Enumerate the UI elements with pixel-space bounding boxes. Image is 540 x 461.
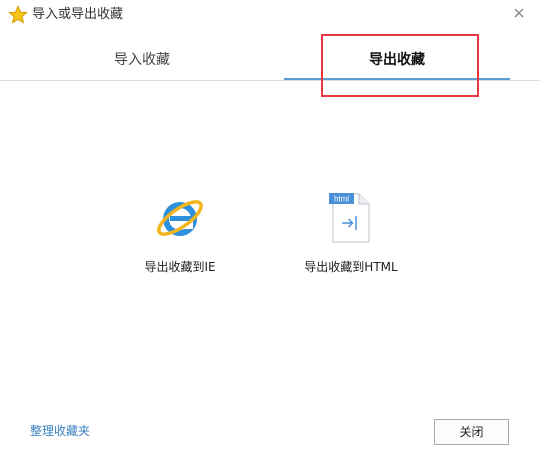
close-button[interactable]: 关闭 <box>434 419 509 445</box>
export-to-html-button[interactable]: html 导出收藏到HTML <box>296 190 406 280</box>
html-badge: html <box>334 195 349 204</box>
export-to-ie-button[interactable]: 导出收藏到IE <box>130 190 230 280</box>
tab-active-indicator <box>284 78 510 80</box>
tab-import[interactable]: 导入收藏 <box>0 40 284 80</box>
star-icon <box>8 5 28 24</box>
title-bar: 导入或导出收藏 <box>0 0 540 30</box>
window-title: 导入或导出收藏 <box>32 7 124 22</box>
organize-favorites-link[interactable]: 整理收藏夹 <box>30 422 90 439</box>
html-file-icon: html <box>329 193 370 243</box>
export-to-ie-label: 导出收藏到IE <box>144 260 216 274</box>
export-to-html-label: 导出收藏到HTML <box>304 260 398 274</box>
tab-export[interactable]: 导出收藏 <box>284 40 510 80</box>
tab-bar: 导入收藏 导出收藏 <box>0 40 540 81</box>
tab-divider <box>0 80 540 81</box>
ie-icon <box>157 200 203 236</box>
close-icon[interactable] <box>512 6 526 20</box>
